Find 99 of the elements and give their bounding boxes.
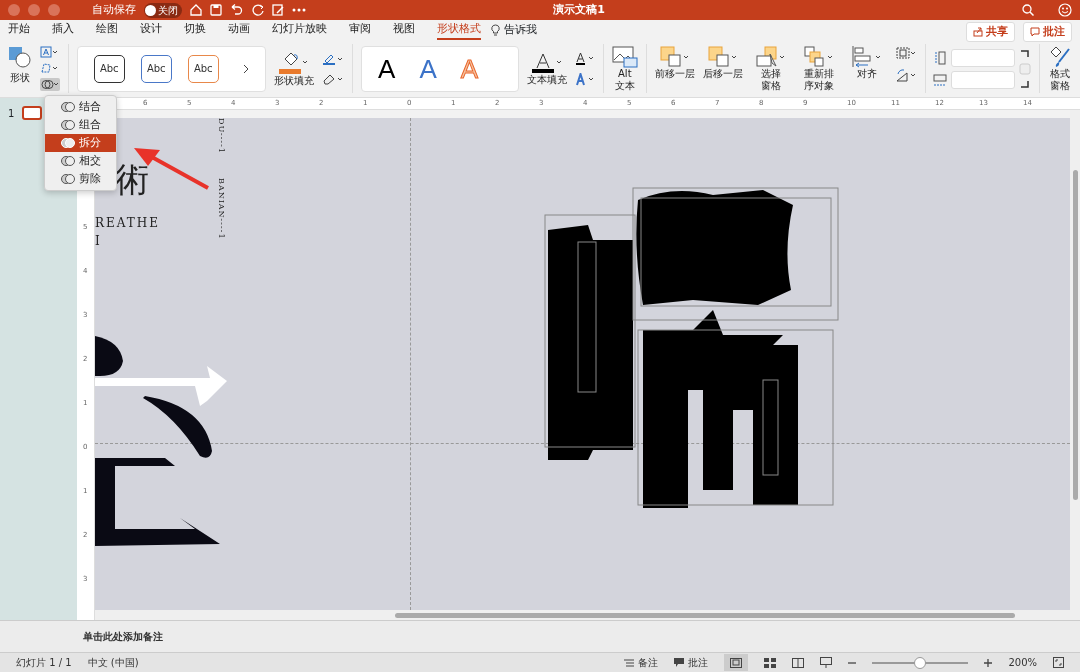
fit-to-window-icon[interactable] bbox=[1053, 657, 1064, 668]
chevron-right-icon[interactable] bbox=[244, 64, 250, 73]
paint-brush-icon bbox=[1048, 46, 1072, 68]
ribbon-tab[interactable]: 动画 bbox=[228, 19, 250, 41]
ribbon-tab[interactable]: 幻灯片放映 bbox=[272, 19, 327, 41]
lock-aspect-icon[interactable] bbox=[1019, 48, 1032, 89]
window-title: 演示文稿1 bbox=[553, 2, 605, 16]
home-icon[interactable] bbox=[190, 4, 202, 16]
normal-view-icon[interactable] bbox=[730, 658, 743, 668]
merge-shapes-button[interactable] bbox=[40, 78, 60, 91]
text-fill-button[interactable]: 文本填充 bbox=[527, 51, 568, 86]
notes-placeholder[interactable]: 单击此处添加备注 bbox=[83, 629, 163, 644]
group-objects-icon[interactable] bbox=[894, 46, 917, 60]
language-status[interactable]: 中文 (中国) bbox=[87, 655, 139, 670]
forward-button[interactable]: 前移一层 bbox=[654, 46, 695, 80]
shape-fill-button[interactable]: 形状填充 bbox=[274, 50, 315, 87]
menu-item[interactable]: 拆分 bbox=[45, 134, 116, 152]
pane-button[interactable]: 选择窗格 bbox=[750, 46, 791, 91]
tell-me-link[interactable]: 告诉我 bbox=[504, 21, 537, 39]
ribbon-tab[interactable]: 审阅 bbox=[349, 19, 371, 41]
shape-style-sample[interactable]: Abc bbox=[140, 54, 172, 83]
shape-button[interactable]: 形状 bbox=[8, 46, 32, 84]
overlapping-circles-icon bbox=[61, 137, 75, 149]
smiley-icon[interactable] bbox=[1058, 3, 1072, 17]
save-icon[interactable] bbox=[210, 4, 222, 16]
rotate-icon[interactable] bbox=[894, 68, 917, 82]
wordart-style[interactable]: A bbox=[419, 55, 437, 82]
text-effects-icon[interactable] bbox=[575, 72, 596, 86]
shape-style-sample[interactable]: Abc bbox=[187, 54, 219, 83]
height-field[interactable] bbox=[951, 48, 1016, 67]
autosave-label: 自动保存 bbox=[92, 1, 136, 18]
wordart-style[interactable]: A bbox=[378, 55, 396, 82]
backward-button[interactable]: 后移一层 bbox=[702, 46, 743, 80]
format-pane-button[interactable]: 格式窗格 bbox=[1048, 46, 1072, 91]
menu-item[interactable]: 结合 bbox=[45, 98, 116, 116]
ribbon-tab[interactable]: 设计 bbox=[140, 19, 162, 41]
overlapping-circles-icon bbox=[61, 119, 75, 131]
presentation-icon[interactable] bbox=[820, 657, 833, 668]
edit-shape-icon[interactable] bbox=[40, 62, 58, 74]
undo-icon[interactable] bbox=[230, 4, 244, 16]
menu-item[interactable]: 相交 bbox=[45, 152, 116, 170]
slide-count: 幻灯片 1 / 1 bbox=[16, 656, 72, 670]
send-backward-icon bbox=[707, 46, 738, 68]
share-icon bbox=[973, 27, 983, 37]
notes-toggle[interactable]: 备注 bbox=[624, 655, 659, 670]
slide-thumbnail[interactable] bbox=[22, 106, 43, 120]
redo-icon[interactable] bbox=[252, 4, 264, 16]
shapes-icon bbox=[8, 46, 32, 68]
ribbon-tab[interactable]: 绘图 bbox=[96, 19, 118, 41]
more-icon[interactable] bbox=[292, 8, 306, 12]
slide-english-text: I bbox=[95, 233, 100, 250]
slide-english-text: REATHE bbox=[95, 215, 161, 232]
menu-item[interactable]: 剪除 bbox=[45, 170, 116, 188]
notes-icon bbox=[624, 658, 635, 667]
ribbon-tab[interactable]: 切换 bbox=[184, 19, 206, 41]
selection-frame[interactable] bbox=[544, 187, 839, 506]
reorder-objects-icon bbox=[803, 46, 834, 68]
reading-view-icon[interactable] bbox=[792, 657, 805, 668]
ribbon-tab[interactable]: 插入 bbox=[52, 19, 74, 41]
slide-title-character: 術 bbox=[115, 162, 149, 196]
comment-icon bbox=[674, 658, 685, 667]
merge-shapes-icon bbox=[41, 79, 59, 90]
comment-icon bbox=[1030, 27, 1040, 37]
picture-icon bbox=[611, 46, 638, 68]
align-icon bbox=[851, 46, 882, 68]
text-fill-icon bbox=[531, 51, 564, 74]
search-icon[interactable] bbox=[1022, 4, 1034, 16]
slide-sorter-icon[interactable] bbox=[764, 657, 777, 668]
shape-style-sample[interactable]: Abc bbox=[93, 54, 125, 83]
zoom-percentage[interactable]: 200% bbox=[1008, 655, 1037, 670]
height-icon bbox=[933, 50, 948, 65]
comment-button[interactable]: 批注 bbox=[1023, 21, 1072, 43]
pen-outline-icon[interactable] bbox=[322, 52, 345, 65]
width-field[interactable] bbox=[951, 70, 1016, 89]
text-box-icon[interactable] bbox=[40, 46, 58, 58]
align-button[interactable]: 对齐 bbox=[846, 46, 887, 80]
autosave-toggle[interactable]: 关闭 bbox=[144, 2, 182, 18]
bring-forward-icon bbox=[659, 46, 690, 68]
reorder-button[interactable]: 重新排序对象 bbox=[798, 46, 839, 91]
ribbon-tab[interactable]: 视图 bbox=[393, 19, 415, 41]
overlapping-circles-icon bbox=[61, 101, 75, 113]
comments-toggle[interactable]: 批注 bbox=[674, 655, 709, 670]
menu-item[interactable]: 组合 bbox=[45, 116, 116, 134]
selection-pane-icon bbox=[755, 46, 786, 68]
overlapping-circles-icon bbox=[61, 155, 75, 167]
zoom-in-icon[interactable] bbox=[984, 658, 993, 667]
alt-text-button[interactable]: Alt 文本 bbox=[611, 46, 638, 91]
slide-vertical-text: BANIAN----1 bbox=[216, 178, 227, 240]
text-outline-icon[interactable] bbox=[575, 51, 596, 65]
eraser-effects-icon[interactable] bbox=[322, 72, 345, 85]
paint-bucket-icon bbox=[279, 50, 310, 75]
overlapping-circles-icon bbox=[61, 173, 75, 185]
lightbulb-icon[interactable] bbox=[491, 24, 500, 36]
slide-vertical-text: DU----1 bbox=[216, 118, 227, 154]
document-edit-icon[interactable] bbox=[272, 4, 284, 16]
width-icon bbox=[933, 72, 948, 87]
ribbon-tab[interactable]: 开始 bbox=[8, 19, 30, 41]
slide-number: 1 bbox=[8, 107, 15, 121]
share-button[interactable]: 共享 bbox=[966, 21, 1015, 43]
